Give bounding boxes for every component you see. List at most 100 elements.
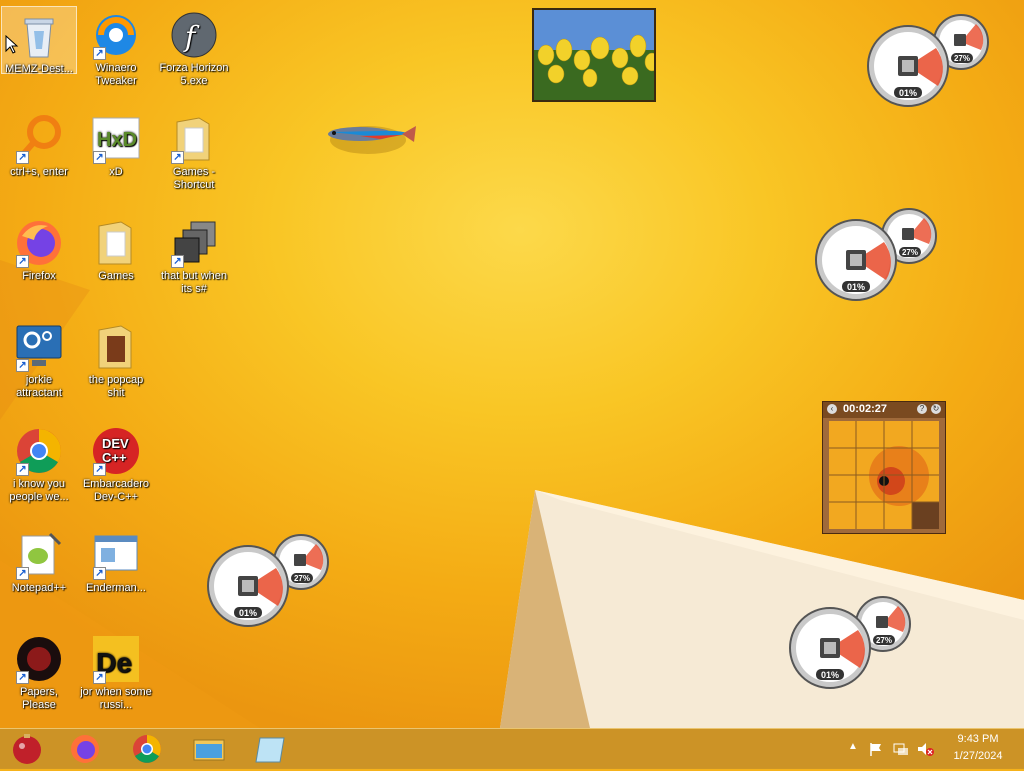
- shortcut-arrow-icon: ↗: [16, 671, 29, 684]
- window-icon: ↗: [91, 530, 141, 580]
- desktop-icon-games[interactable]: Games: [78, 214, 154, 283]
- desktop-icon-winaero[interactable]: ↗ Winaero Tweaker: [78, 6, 154, 88]
- clock-date[interactable]: 1/27/2024: [948, 750, 1008, 762]
- shortcut-arrow-icon: ↗: [16, 151, 29, 164]
- help-icon[interactable]: ?: [917, 404, 927, 414]
- mouse-cursor-icon: [5, 35, 19, 54]
- taskbar-notepad[interactable]: [246, 732, 296, 766]
- desktop-icon-papers-please[interactable]: ↗ Papers, Please: [1, 630, 77, 712]
- chrome-icon: [133, 735, 161, 763]
- magnifier-icon: ↗: [14, 114, 64, 164]
- desktop-icon-label: jor when some russi...: [80, 686, 152, 711]
- back-icon[interactable]: ‹: [827, 404, 837, 414]
- shortcut-arrow-icon: ↗: [93, 567, 106, 580]
- desktop-icon-de[interactable]: De ↗ jor when some russi...: [78, 630, 154, 712]
- shortcut-arrow-icon: ↗: [16, 255, 29, 268]
- desktop-icon-devcpp[interactable]: DEV C++ ↗ Embarcadero Dev-C++: [78, 422, 154, 504]
- firefox-icon: [71, 735, 99, 763]
- cpu-meter-gadget[interactable]: 01% 27%: [206, 532, 336, 628]
- desktop-icon-stack[interactable]: ↗ that but when its s#: [156, 214, 232, 296]
- taskbar: ▲ 9:43 PM 1/27/2024: [0, 728, 1024, 769]
- shuffle-icon[interactable]: ↻: [931, 404, 941, 414]
- devcpp-icon: DEV C++ ↗: [91, 426, 141, 476]
- shortcut-arrow-icon: ↗: [16, 567, 29, 580]
- firefox-icon: ↗: [14, 218, 64, 268]
- desktop-icon-label: that but when its s#: [160, 270, 228, 295]
- memory-percent: 27%: [954, 54, 970, 63]
- cpu-percent: 01%: [821, 670, 839, 680]
- shortcut-arrow-icon: ↗: [93, 151, 106, 164]
- notepadpp-icon: ↗: [14, 530, 64, 580]
- fish-icon: [328, 126, 416, 154]
- network-icon[interactable]: [892, 741, 910, 757]
- desktop-icon-label: ctrl+s, enter: [10, 166, 68, 178]
- desktop-icon-label: Embarcadero Dev-C++: [82, 478, 150, 503]
- action-center-flag-icon[interactable]: [868, 741, 884, 757]
- desktop-icon-label: Papers, Please: [20, 686, 58, 711]
- puzzle-board: [829, 421, 939, 529]
- cpu-percent: 01%: [239, 608, 257, 618]
- desktop-icon-label: Enderman...: [86, 582, 146, 594]
- cpu-meter-gadget[interactable]: 01% 27%: [814, 206, 944, 302]
- folder-icon: [91, 218, 141, 268]
- desktop-icon-notepadpp[interactable]: ↗ Notepad++: [1, 526, 77, 595]
- taskbar-firefox[interactable]: [60, 732, 110, 766]
- shortcut-arrow-icon: ↗: [93, 47, 106, 60]
- desktop-icon-jorkie[interactable]: ↗ jorkie attractant: [1, 318, 77, 400]
- shortcut-arrow-icon: ↗: [171, 255, 184, 268]
- cpu-meter-gadget[interactable]: 01% 27%: [788, 594, 918, 690]
- shortcut-arrow-icon: ↗: [16, 463, 29, 476]
- picture-puzzle-gadget[interactable]: ‹ 00:02:27 ? ↻: [822, 401, 946, 534]
- shortcut-arrow-icon: ↗: [171, 151, 184, 164]
- puzzle-timer: 00:02:27: [843, 403, 888, 415]
- folder-icon: [91, 322, 141, 372]
- desktop-icon-label: Winaero Tweaker: [95, 62, 137, 87]
- memory-percent: 27%: [902, 248, 918, 257]
- desktop-icon-label: xD: [109, 166, 123, 178]
- hxd-icon: HxD ↗: [91, 114, 141, 164]
- desktop-icon-chrome-i-know[interactable]: ↗ i know you people we...: [1, 422, 77, 504]
- papers-please-icon: ↗: [14, 634, 64, 684]
- cpu-percent: 01%: [899, 88, 917, 98]
- puzzle-header: ‹ 00:02:27 ? ↻: [823, 402, 945, 418]
- de-icon: De ↗: [91, 634, 141, 684]
- desktop-icon-forza[interactable]: f Forza Horizon 5.exe: [156, 6, 232, 88]
- desktop-icon-label: Notepad++: [11, 582, 67, 594]
- desktop-icon-label: Forza Horizon 5.exe: [159, 62, 229, 87]
- clock-time[interactable]: 9:43 PM: [948, 733, 1008, 745]
- desktop-icon-xd[interactable]: HxD ↗ xD: [78, 110, 154, 179]
- cpu-meter-gadget[interactable]: 01% 27%: [866, 12, 996, 108]
- desktop-icon-label: i know you people we...: [9, 478, 69, 503]
- gear-monitor-icon: ↗: [14, 322, 64, 372]
- hxd-text: HxD: [97, 129, 137, 151]
- memory-percent: 27%: [876, 636, 892, 645]
- show-hidden-icons-icon[interactable]: ▲: [848, 741, 858, 752]
- desktop-icon-label: Games: [98, 270, 134, 282]
- shortcut-arrow-icon: ↗: [93, 463, 106, 476]
- desktop-icon-ctrl-s[interactable]: ↗ ctrl+s, enter: [1, 110, 77, 179]
- desktop-icon-label: Games - Shortcut: [172, 166, 216, 191]
- desktop-icon-label: Firefox: [22, 270, 56, 282]
- start-button[interactable]: [2, 732, 52, 766]
- desktop-icon-popcap[interactable]: the popcap shit: [78, 318, 154, 400]
- notepad-icon: [255, 737, 285, 763]
- taskbar-chrome[interactable]: [122, 732, 172, 766]
- cpu-percent: 01%: [847, 282, 865, 292]
- taskbar-file-explorer[interactable]: [184, 732, 234, 766]
- desktop-icon-label: the popcap shit: [88, 374, 144, 399]
- slideshow-gadget[interactable]: [532, 8, 656, 102]
- tulip-photo: [534, 10, 654, 100]
- volume-muted-icon[interactable]: [916, 741, 934, 757]
- folder-icon: [193, 739, 225, 761]
- folder-icon: ↗: [169, 114, 219, 164]
- desktop-icon-label: MEMZ-Dest...: [5, 63, 73, 75]
- shortcut-arrow-icon: ↗: [93, 671, 106, 684]
- shortcut-arrow-icon: ↗: [16, 359, 29, 372]
- chrome-icon: ↗: [14, 426, 64, 476]
- recycle-bin-icon: [14, 11, 64, 61]
- desktop-icon-firefox[interactable]: ↗ Firefox: [1, 214, 77, 283]
- desktop-icon-enderman[interactable]: ↗ Enderman...: [78, 526, 154, 595]
- devcpp-text-line1: DEV: [102, 436, 129, 451]
- desktop-icon-games-shortcut[interactable]: ↗ Games - Shortcut: [156, 110, 232, 192]
- winaero-icon: ↗: [91, 10, 141, 60]
